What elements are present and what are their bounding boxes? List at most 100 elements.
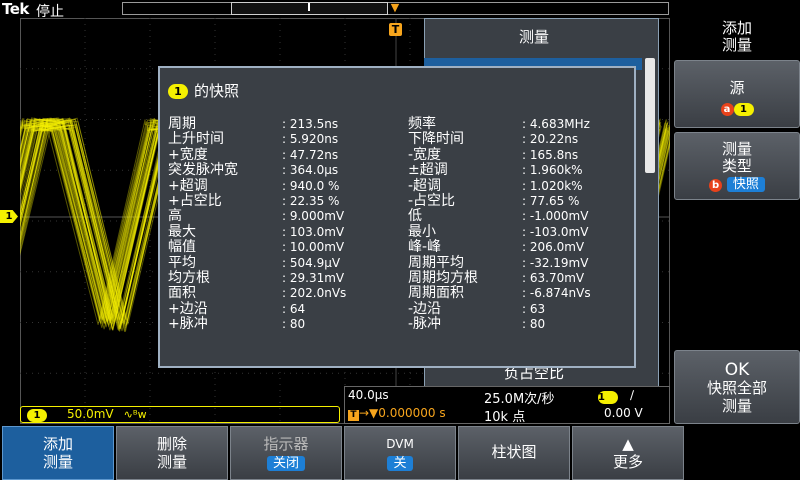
measurement-row: 均方根: 29.31mV 周期均方根: 63.70mV: [168, 270, 608, 286]
measurement-label: -占空比: [408, 193, 456, 209]
bottom-key-label-2: 测量: [42, 453, 73, 471]
bottom-key-label: DVM: [386, 437, 414, 451]
trigger-source: 1: [598, 391, 618, 404]
measurement-value: : 63.70mV: [522, 271, 585, 285]
snapshot-title: 1 的快照: [168, 80, 239, 101]
measurement-label: 频率: [408, 116, 436, 132]
measure-type-label-1: 测量: [721, 140, 752, 158]
bottom-key-state: 关闭: [266, 456, 305, 471]
measurement-label: -边沿: [408, 300, 442, 317]
time-per-division: 40.0µs: [348, 388, 389, 402]
side-menu-title-line1: 添加: [721, 19, 752, 37]
trigger-channel-badge: 1: [598, 389, 618, 404]
knob-b-badge: b: [709, 179, 723, 192]
ok-label: OK: [724, 360, 750, 380]
trigger-marker[interactable]: T: [389, 23, 402, 36]
trigger-position-icon: ▼: [390, 1, 400, 14]
measure-type-value: 快照: [726, 177, 765, 192]
vertical-scale: 50.0mV: [67, 407, 114, 421]
channel-1-marker[interactable]: 1: [0, 210, 18, 223]
source-button[interactable]: 源 a1: [674, 60, 800, 128]
measurement-value: : 10.00mV: [282, 240, 345, 255]
side-menu-title-line2: 测量: [721, 36, 752, 54]
trigger-slope-icon: ∕: [630, 388, 635, 402]
add-measurement-button[interactable]: 添加 测量: [2, 426, 114, 480]
measurement-row: 平均: 504.9µV 周期平均: -32.19mV: [168, 255, 608, 271]
bottom-key-label: 删除: [156, 435, 187, 453]
measurement-label: -超调: [408, 177, 442, 194]
snapshot-title-text: 的快照: [194, 82, 240, 100]
snapshot-channel-badge: 1: [168, 84, 188, 99]
measurement-label: 峰-峰: [408, 239, 442, 256]
measurement-label: 平均: [168, 254, 196, 271]
measurement-value: : 77.65 %: [522, 194, 580, 208]
measurement-value: : 63: [522, 301, 546, 316]
bottom-key-label: 柱状图: [491, 443, 537, 461]
measurement-value: : 5.920ns: [282, 132, 339, 147]
measurement-row: 上升时间: 5.920ns 下降时间: 20.22ns: [168, 131, 608, 147]
record-length: 10k 点: [484, 410, 526, 425]
measurement-row: +占空比: 22.35 % -占空比: 77.65 %: [168, 193, 608, 209]
bottom-key-label-2: 测量: [156, 453, 187, 471]
ok-label-3: 测量: [721, 397, 752, 415]
measurement-value: : 1.960k%: [522, 163, 583, 178]
source-label: 源: [729, 79, 745, 97]
measurement-label: 最小: [408, 223, 436, 240]
measurement-value: : 206.0mV: [522, 240, 585, 255]
bandwidth-limit-icon: ∿ᴮw: [123, 408, 147, 421]
measurement-label: 低: [408, 208, 422, 225]
remove-measurement-button[interactable]: 删除 测量: [116, 426, 228, 480]
measurement-value: : 165.8ns: [522, 147, 579, 162]
measurement-label: 周期面积: [408, 285, 464, 302]
indicators-button[interactable]: 指示器 关闭: [230, 426, 342, 480]
measurement-label: -宽度: [408, 146, 442, 163]
measurement-value: : -6.874nVs: [522, 286, 591, 301]
measurement-value: : 64: [282, 301, 306, 316]
measure-menu-title: 测量: [518, 28, 549, 46]
measurement-label: 幅值: [168, 239, 196, 256]
measurement-row: 突发脉冲宽: 364.0µs ±超调: 1.960k%: [168, 162, 608, 178]
channel-1-readout[interactable]: 1 50.0mV ∿ᴮw: [20, 406, 340, 423]
histogram-button[interactable]: 柱状图: [458, 426, 570, 480]
measurement-label: +宽度: [168, 146, 208, 163]
side-menu-title: 添加 测量: [674, 20, 800, 56]
measurement-row: 面积 : 202.0nVs 周期面积 : -6.874nVs: [168, 285, 608, 301]
source-value: 1: [733, 103, 754, 116]
trigger-offset-icon: T: [348, 410, 359, 421]
ok-snapshot-all-button[interactable]: OK 快照全部 测量: [674, 350, 800, 424]
more-button[interactable]: ▲ 更多: [572, 426, 684, 480]
sample-rate: 25.0M次/秒: [484, 392, 555, 407]
measurement-value: : -32.19mV: [522, 255, 589, 270]
bottom-key-label: ▲: [622, 435, 634, 453]
measurement-label: 最大: [168, 223, 196, 240]
measurement-label: 高: [168, 208, 182, 225]
trigger-offset: T →▼0.000000 s: [348, 406, 446, 421]
measurement-value: : 80: [282, 317, 306, 332]
measure-type-button[interactable]: 测量 类型 b 快照: [674, 132, 800, 200]
measurement-value: : 47.72ns: [282, 147, 339, 162]
measurement-value: : 1.020k%: [522, 178, 583, 193]
measurement-label: +占空比: [168, 193, 222, 209]
bottom-key-label-2: 更多: [612, 453, 643, 471]
measurement-label: 面积: [168, 285, 196, 302]
measurement-row: 高: 9.000mV 低: -1.000mV: [168, 208, 608, 224]
measurement-value: : 202.0nVs: [282, 286, 347, 301]
measurement-row: +边沿: 64 -边沿: 63: [168, 301, 608, 317]
readout-channel-badge: 1: [27, 409, 47, 422]
trigger-level: 0.00 V: [604, 406, 643, 420]
measurement-label: 突发脉冲宽: [168, 162, 238, 179]
bottom-key-label: 添加: [42, 435, 73, 453]
trigger-offset-value: →▼0.000000 s: [359, 406, 446, 420]
measurement-value: : 4.683MHz: [522, 117, 590, 131]
measurement-row: +超调: 940.0 % -超调: 1.020k%: [168, 178, 608, 194]
measure-menu-scrollbar[interactable]: [645, 58, 655, 173]
measurement-label: 周期均方根: [408, 270, 478, 286]
dvm-button[interactable]: DVM 关: [344, 426, 456, 480]
bottom-key-state: 关: [387, 456, 413, 471]
measurement-value: : 9.000mV: [282, 209, 345, 224]
measurement-value: : 103.0mV: [282, 224, 345, 239]
measurement-label: 下降时间: [408, 131, 464, 148]
knob-a-badge: a: [720, 103, 734, 116]
ok-label-2: 快照全部: [706, 379, 767, 397]
bottom-key-label: 指示器: [263, 435, 309, 453]
